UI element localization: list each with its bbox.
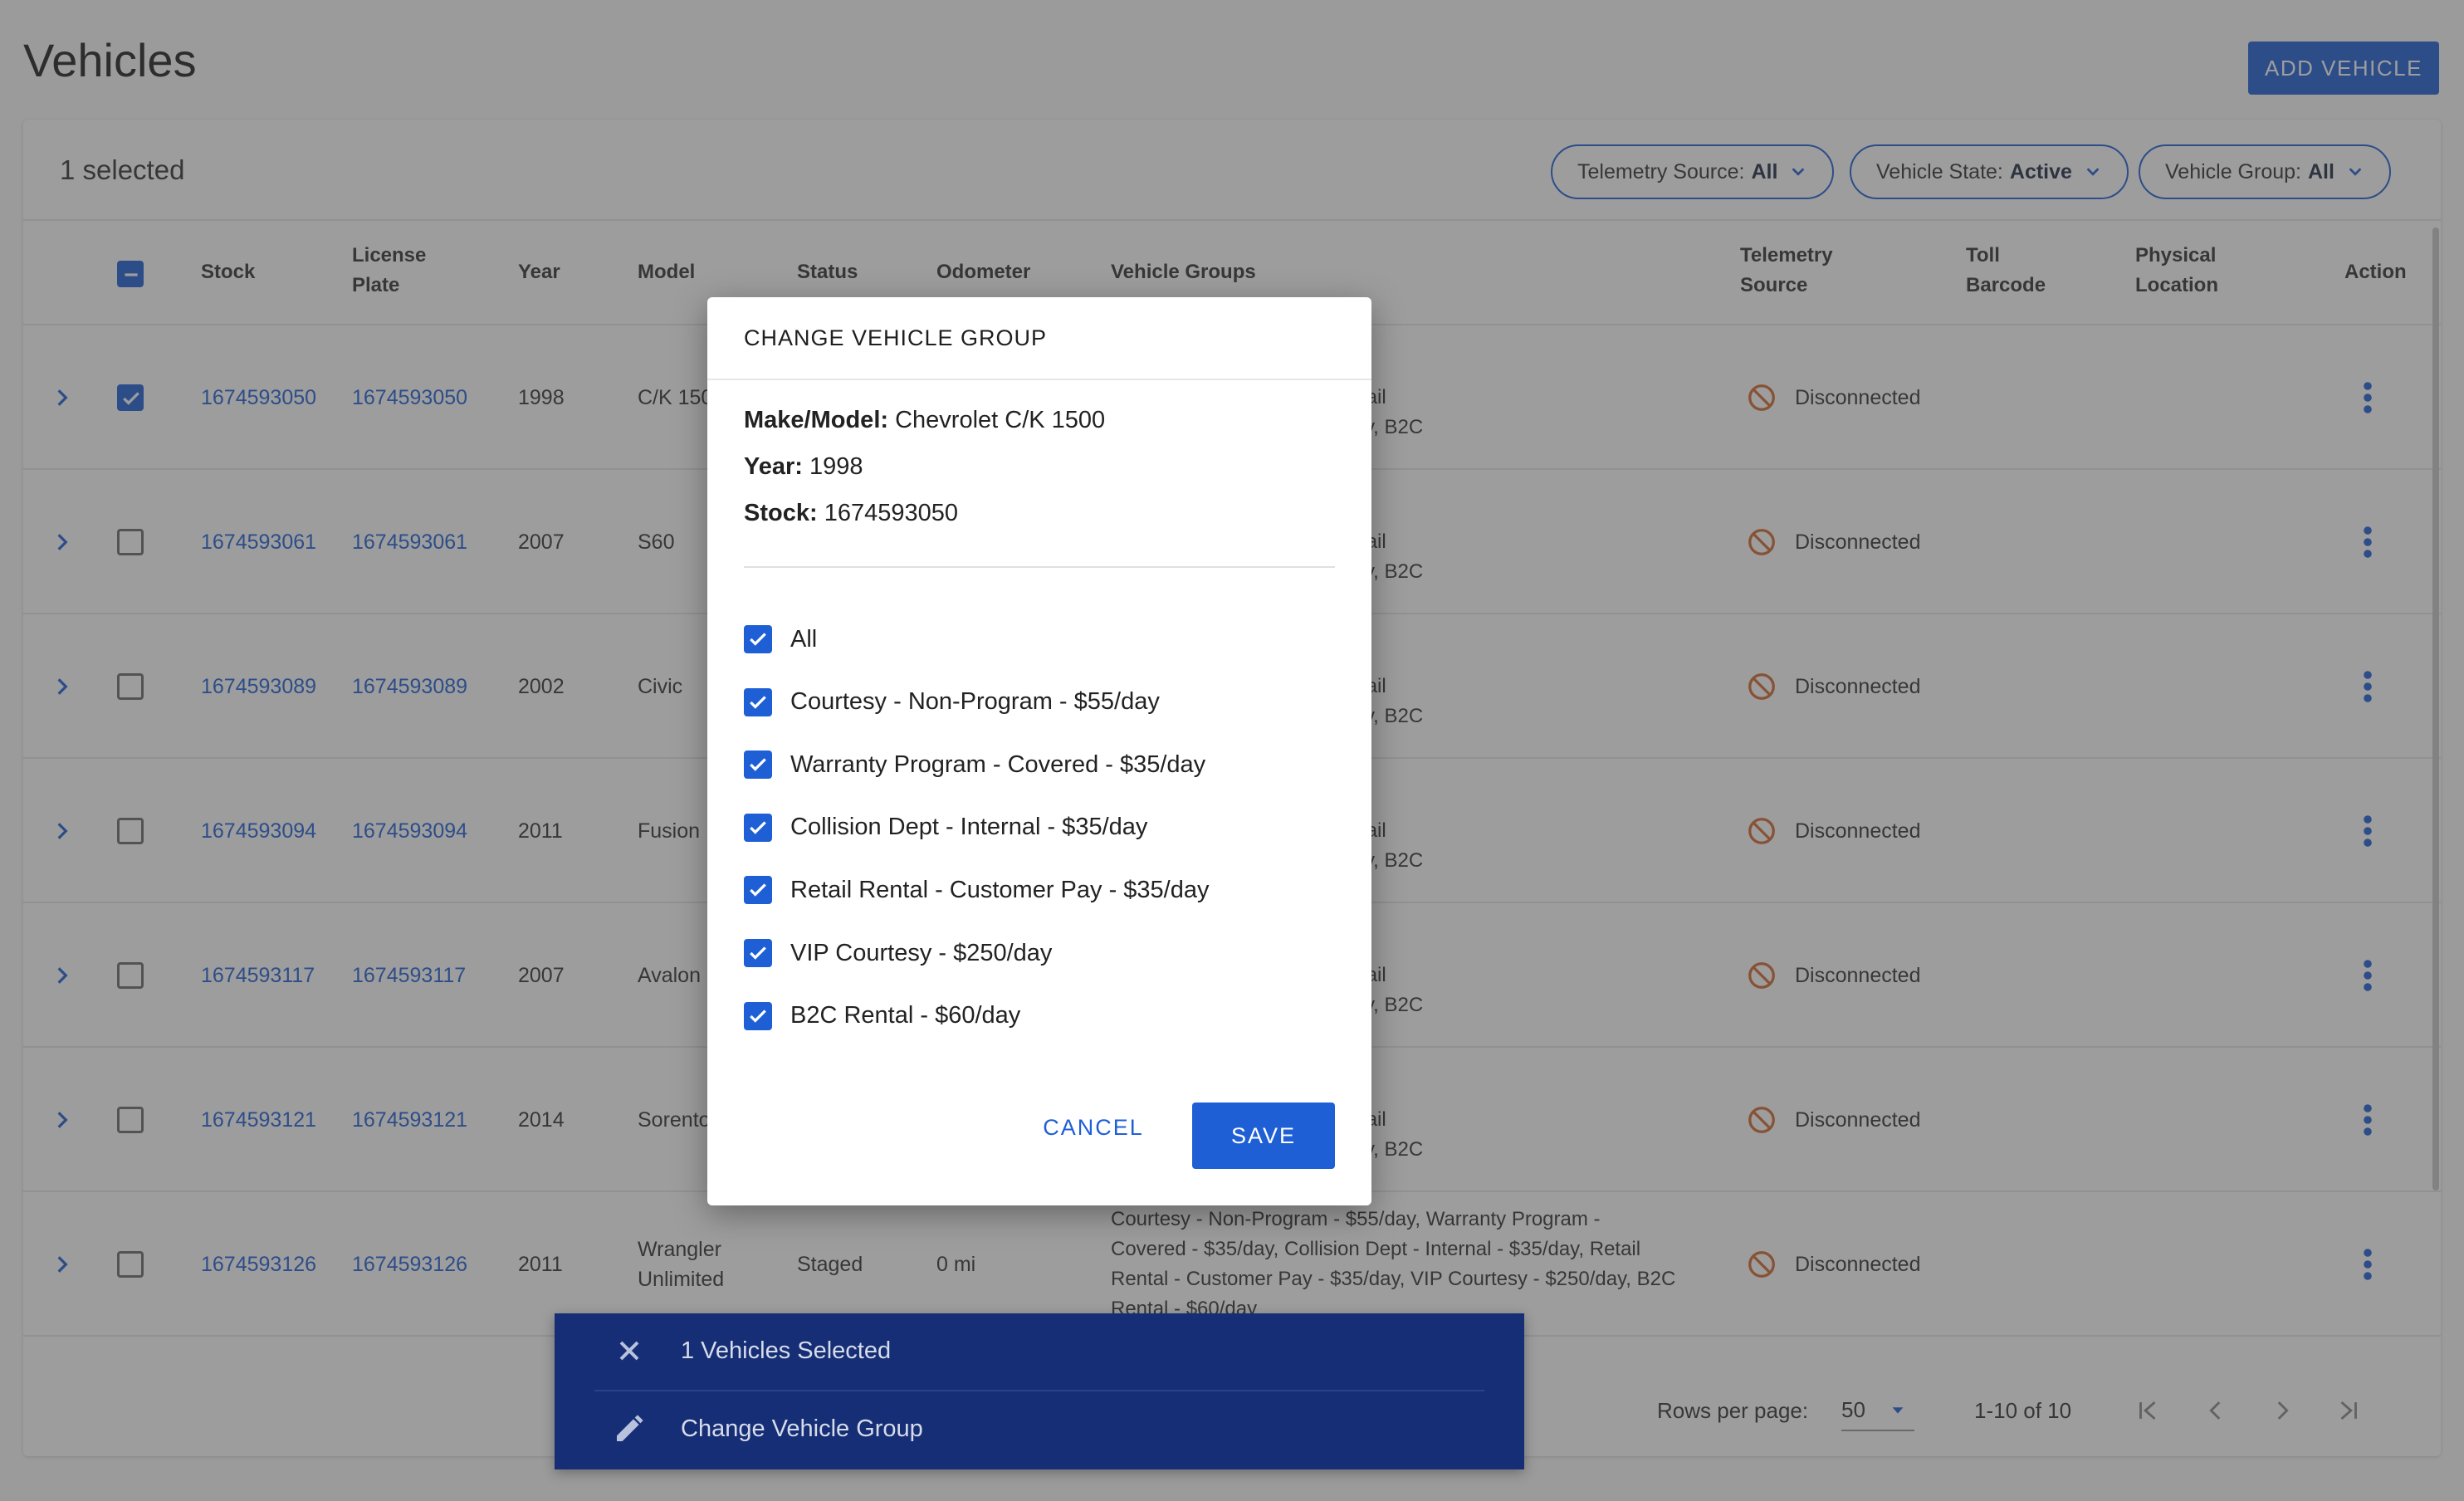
option-checkbox[interactable] bbox=[744, 625, 772, 653]
option-label: Warranty Program - Covered - $35/day bbox=[790, 750, 1206, 778]
group-option[interactable]: VIP Courtesy - $250/day bbox=[744, 938, 1052, 968]
option-label: Retail Rental - Customer Pay - $35/day bbox=[790, 876, 1210, 903]
check-icon bbox=[750, 758, 766, 771]
option-label: B2C Rental - $60/day bbox=[790, 1002, 1021, 1029]
option-checkbox[interactable] bbox=[744, 876, 772, 905]
option-checkbox[interactable] bbox=[744, 750, 772, 780]
bulk-selected-row: 1 Vehicles Selected bbox=[555, 1313, 1524, 1388]
group-option[interactable]: All bbox=[744, 624, 817, 654]
close-icon[interactable] bbox=[613, 1334, 646, 1367]
info-label: Stock: bbox=[744, 500, 818, 526]
info-label: Year: bbox=[744, 453, 803, 480]
check-icon bbox=[750, 695, 766, 709]
option-label: VIP Courtesy - $250/day bbox=[790, 939, 1053, 966]
bulk-selected-label: 1 Vehicles Selected bbox=[681, 1337, 892, 1364]
group-option[interactable]: Courtesy - Non-Program - $55/day bbox=[744, 687, 1160, 717]
divider bbox=[744, 566, 1335, 568]
pencil-icon bbox=[617, 1415, 643, 1441]
option-label: All bbox=[790, 625, 818, 653]
option-checkbox[interactable] bbox=[744, 1001, 772, 1030]
check-icon bbox=[750, 883, 766, 897]
check-icon bbox=[750, 633, 766, 646]
check-icon bbox=[750, 1009, 766, 1023]
info-value: Chevrolet C/K 1500 bbox=[895, 407, 1106, 433]
make-model-info: Make/Model: Chevrolet C/K 1500 bbox=[744, 407, 1105, 434]
stock-info: Stock: 1674593050 bbox=[744, 500, 958, 527]
group-option[interactable]: Retail Rental - Customer Pay - $35/day bbox=[744, 875, 1210, 905]
group-option[interactable]: B2C Rental - $60/day bbox=[744, 1001, 1020, 1031]
change-vehicle-group-action[interactable]: Change Vehicle Group bbox=[555, 1391, 1524, 1466]
option-label: Collision Dept - Internal - $35/day bbox=[790, 814, 1148, 841]
bulk-action-bar: 1 Vehicles Selected Change Vehicle Group bbox=[555, 1313, 1524, 1469]
year-info: Year: 1998 bbox=[744, 453, 863, 481]
save-button[interactable]: SAVE bbox=[1192, 1103, 1335, 1169]
option-checkbox[interactable] bbox=[744, 939, 772, 967]
info-label: Make/Model: bbox=[744, 407, 889, 433]
option-label: Courtesy - Non-Program - $55/day bbox=[790, 688, 1160, 716]
info-value: 1998 bbox=[809, 453, 863, 480]
change-vehicle-group-label: Change Vehicle Group bbox=[681, 1415, 923, 1442]
cancel-button[interactable]: CANCEL bbox=[1031, 1103, 1156, 1152]
option-checkbox[interactable] bbox=[744, 687, 772, 716]
info-value: 1674593050 bbox=[824, 500, 958, 526]
option-checkbox[interactable] bbox=[744, 813, 772, 842]
check-icon bbox=[750, 946, 766, 960]
check-icon bbox=[750, 821, 766, 834]
dialog-title: CHANGE VEHICLE GROUP bbox=[744, 325, 1048, 350]
group-option[interactable]: Collision Dept - Internal - $35/day bbox=[744, 813, 1147, 843]
change-vehicle-group-dialog: CHANGE VEHICLE GROUP Make/Model: Chevrol… bbox=[707, 297, 1371, 1205]
divider bbox=[707, 379, 1371, 380]
group-option[interactable]: Warranty Program - Covered - $35/day bbox=[744, 750, 1205, 780]
